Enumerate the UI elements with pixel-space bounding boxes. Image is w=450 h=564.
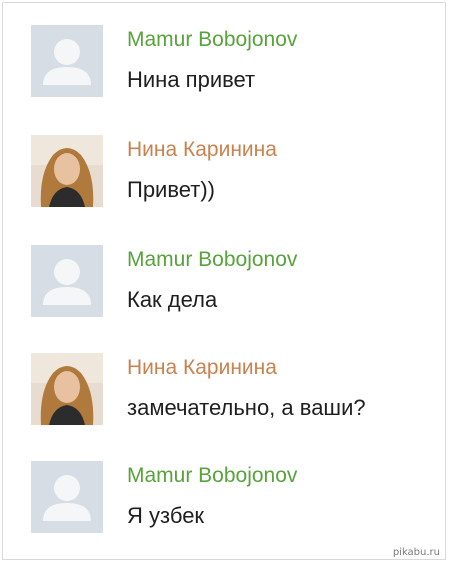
message-item: Mamur Bobojonov Нина привет bbox=[31, 25, 431, 105]
author-name[interactable]: Mamur Bobojonov bbox=[127, 463, 297, 489]
user-photo-icon bbox=[31, 353, 103, 425]
user-photo-icon bbox=[31, 135, 103, 207]
avatar[interactable] bbox=[31, 353, 103, 425]
message-item: Mamur Bobojonov Как дела bbox=[31, 245, 431, 325]
avatar[interactable] bbox=[31, 245, 103, 317]
message-text: замечательно, а ваши? bbox=[127, 395, 366, 420]
user-placeholder-icon bbox=[31, 25, 103, 97]
message-item: Нина Каринина замечательно, а ваши? bbox=[31, 353, 431, 433]
author-name[interactable]: Mamur Bobojonov bbox=[127, 27, 297, 53]
message-item: Нина Каринина Привет)) bbox=[31, 135, 431, 215]
user-placeholder-icon bbox=[31, 461, 103, 533]
user-placeholder-icon bbox=[31, 245, 103, 317]
author-name[interactable]: Нина Каринина bbox=[127, 355, 277, 381]
message-text: Привет)) bbox=[127, 177, 216, 202]
author-name[interactable]: Mamur Bobojonov bbox=[127, 247, 297, 273]
author-name[interactable]: Нина Каринина bbox=[127, 137, 277, 163]
message-item: Mamur Bobojonov Я узбек bbox=[31, 461, 431, 541]
avatar[interactable] bbox=[31, 461, 103, 533]
message-text: Нина привет bbox=[127, 67, 256, 92]
avatar[interactable] bbox=[31, 135, 103, 207]
message-text: Как дела bbox=[127, 287, 218, 312]
watermark: pikabu.ru bbox=[392, 547, 440, 558]
avatar[interactable] bbox=[31, 25, 103, 97]
message-text: Я узбек bbox=[127, 503, 205, 528]
chat-frame: Mamur Bobojonov Нина привет Нина Каринин… bbox=[2, 2, 446, 560]
